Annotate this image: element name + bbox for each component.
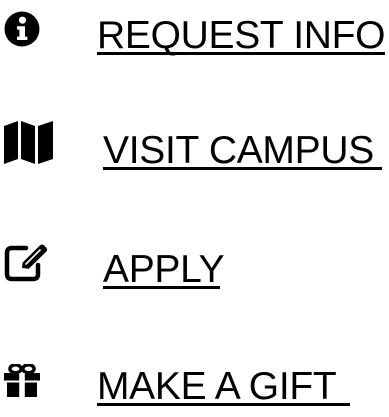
quick-links-nav: REQUEST INFO VISIT CAMPUS APPLY MAKE A G… <box>0 0 389 417</box>
edit-square-icon <box>4 244 54 282</box>
apply-link[interactable]: APPLY <box>0 240 389 300</box>
visit-campus-underline <box>103 167 382 170</box>
apply-label: APPLY <box>103 248 225 291</box>
make-a-gift-link[interactable]: MAKE A GIFT <box>0 352 389 412</box>
nav-item-visit-campus: VISIT CAMPUS <box>0 118 389 178</box>
nav-item-request-info: REQUEST INFO <box>0 4 389 64</box>
gift-icon <box>4 364 40 397</box>
make-a-gift-underline <box>97 403 350 406</box>
map-icon <box>4 121 53 165</box>
apply-underline <box>103 286 220 289</box>
request-info-link[interactable]: REQUEST INFO <box>0 4 389 64</box>
request-info-underline <box>97 52 385 55</box>
request-info-label: REQUEST INFO <box>97 14 386 57</box>
visit-campus-link[interactable]: VISIT CAMPUS <box>0 118 389 178</box>
visit-campus-label: VISIT CAMPUS <box>103 129 374 172</box>
nav-item-make-a-gift: MAKE A GIFT <box>0 352 389 412</box>
make-a-gift-label: MAKE A GIFT <box>97 365 337 408</box>
info-circle-icon <box>4 11 40 47</box>
nav-item-apply: APPLY <box>0 240 389 300</box>
